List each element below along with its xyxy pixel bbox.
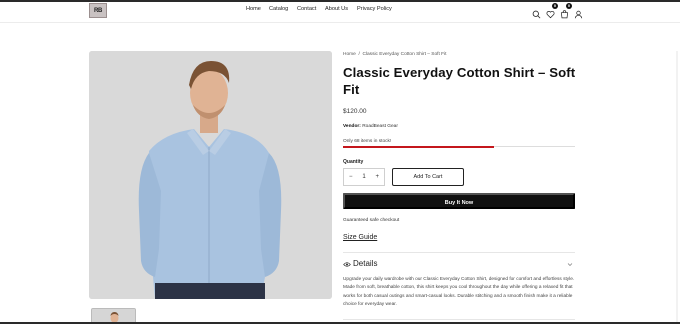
cart-count-badge: 0 [566,3,572,9]
eye-icon [343,262,351,267]
breadcrumb-home[interactable]: Home [343,52,356,57]
size-guide-link[interactable]: Size Guide [343,234,377,241]
product-price: $120.00 [343,108,367,115]
details-label: Details [353,259,378,268]
stock-message: Only 68 items in stock! [343,139,392,144]
quantity-decrease-button[interactable]: − [349,174,353,180]
vendor-label: Vendor: [343,124,361,129]
stock-progress-bar [343,145,575,148]
quantity-input[interactable]: 1 [362,174,365,180]
divider [343,319,575,320]
logo-text: RB [93,7,103,14]
wishlist-button[interactable]: 0 [546,3,558,19]
search-icon[interactable] [532,6,541,19]
add-to-cart-button[interactable]: Add To Cart [392,168,464,186]
breadcrumb-current: Classic Everyday Cotton Shirt – Soft Fit [362,52,447,57]
buy-now-button[interactable]: Buy It Now [343,193,575,209]
account-icon[interactable] [574,6,583,19]
guarantee-text: Guaranteed safe checkout [343,218,400,223]
divider [343,252,575,253]
nav-catalog[interactable]: Catalog [269,6,288,12]
details-description: Upgrade your daily wardrobe with our Cla… [343,277,575,307]
cart-icon [560,10,569,19]
nav-home[interactable]: Home [246,6,261,12]
breadcrumb-separator: / [358,52,360,57]
breadcrumb: Home / Classic Everyday Cotton Shirt – S… [343,52,446,57]
vendor-name[interactable]: RoadBeast Gear [362,124,398,129]
store-logo[interactable]: RB [89,3,107,18]
nav-contact[interactable]: Contact [297,6,316,12]
details-accordion-header[interactable]: Details [343,259,575,271]
page-scrollbar[interactable] [676,51,678,322]
stock-progress-fill [343,145,494,148]
nav-about-us[interactable]: About Us [325,6,348,12]
product-title: Classic Everyday Cotton Shirt – Soft Fit [343,65,576,97]
quantity-stepper: − 1 + [343,168,385,186]
site-header: RB Home Catalog Contact About Us Privacy… [0,2,680,23]
wishlist-count-badge: 0 [552,3,558,9]
nav-privacy-policy[interactable]: Privacy Policy [357,6,392,12]
chevron-down-icon [567,263,573,266]
quantity-label: Quantity [343,159,364,165]
vendor-line: Vendor: RoadBeast Gear [343,124,398,129]
quantity-increase-button[interactable]: + [375,174,379,180]
heart-icon [546,10,555,19]
product-main-image[interactable] [89,51,332,299]
cart-button[interactable]: 0 [560,3,572,19]
